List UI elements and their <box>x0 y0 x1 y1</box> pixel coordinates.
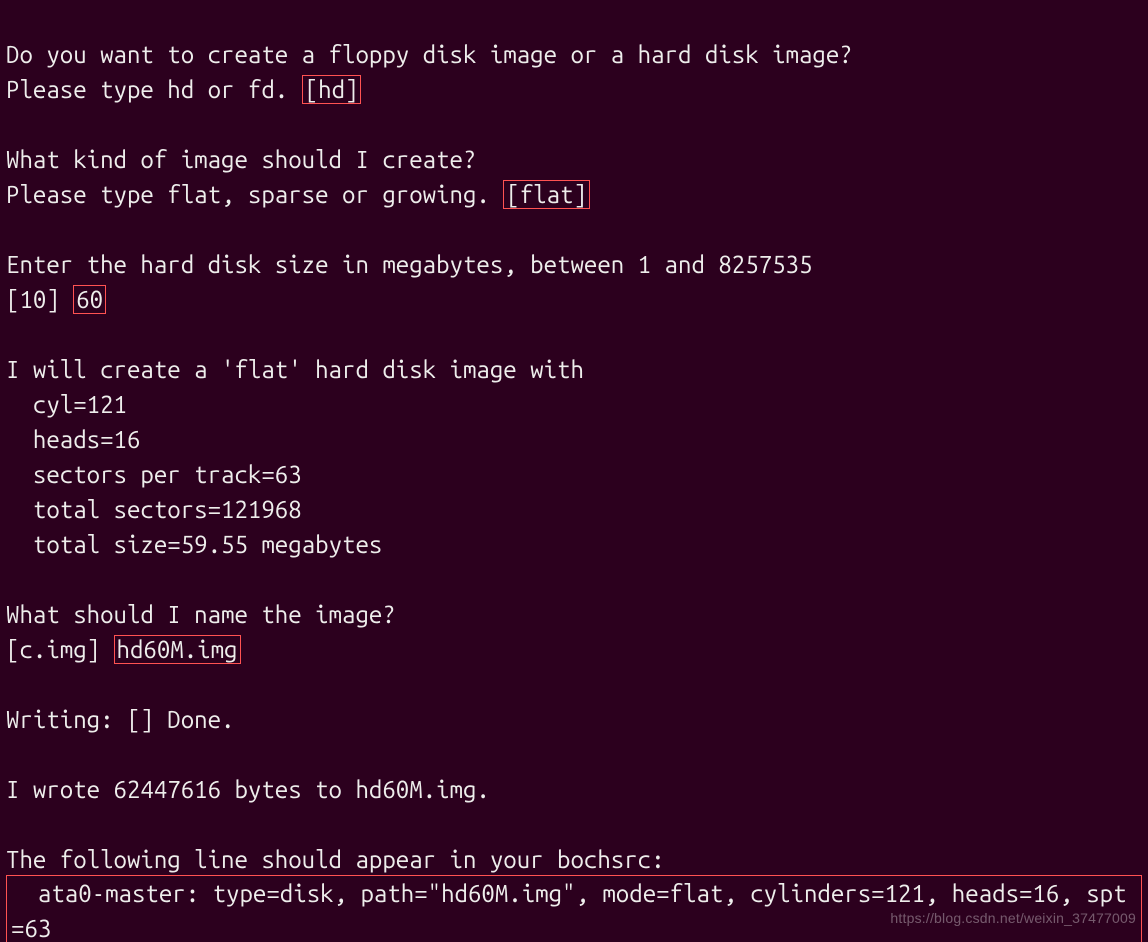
watermark-text: https://blog.csdn.net/weixin_37477009 <box>890 901 1136 936</box>
highlight-flat: [flat] <box>503 180 590 209</box>
prompt-disk-type-question: Do you want to create a floppy disk imag… <box>6 41 853 68</box>
cyl-line: cyl=121 <box>6 391 127 418</box>
prompt-size-question: Enter the hard disk size in megabytes, b… <box>6 251 812 278</box>
prompt-disk-type-prefix: Please type hd or fd. <box>6 76 302 103</box>
prompt-size-default: [10] <box>6 286 73 313</box>
highlight-name-value: hd60M.img <box>114 635 241 664</box>
create-header: I will create a 'flat' hard disk image w… <box>6 356 584 383</box>
terminal-output: Do you want to create a floppy disk imag… <box>6 2 1142 942</box>
heads-line: heads=16 <box>6 426 140 453</box>
total-size-line: total size=59.55 megabytes <box>6 531 382 558</box>
prompt-image-kind-question: What kind of image should I create? <box>6 146 476 173</box>
writing-line: Writing: [] Done. <box>6 706 234 733</box>
highlight-size-value: 60 <box>73 285 106 314</box>
prompt-name-question: What should I name the image? <box>6 601 396 628</box>
highlight-hd: [hd] <box>302 75 362 104</box>
prompt-image-kind-prefix: Please type flat, sparse or growing. <box>6 181 503 208</box>
spt-line: sectors per track=63 <box>6 461 302 488</box>
total-sectors-line: total sectors=121968 <box>6 496 302 523</box>
bochsrc-header: The following line should appear in your… <box>6 846 665 873</box>
prompt-name-default: [c.img] <box>6 636 114 663</box>
wrote-line: I wrote 62447616 bytes to hd60M.img. <box>6 776 490 803</box>
